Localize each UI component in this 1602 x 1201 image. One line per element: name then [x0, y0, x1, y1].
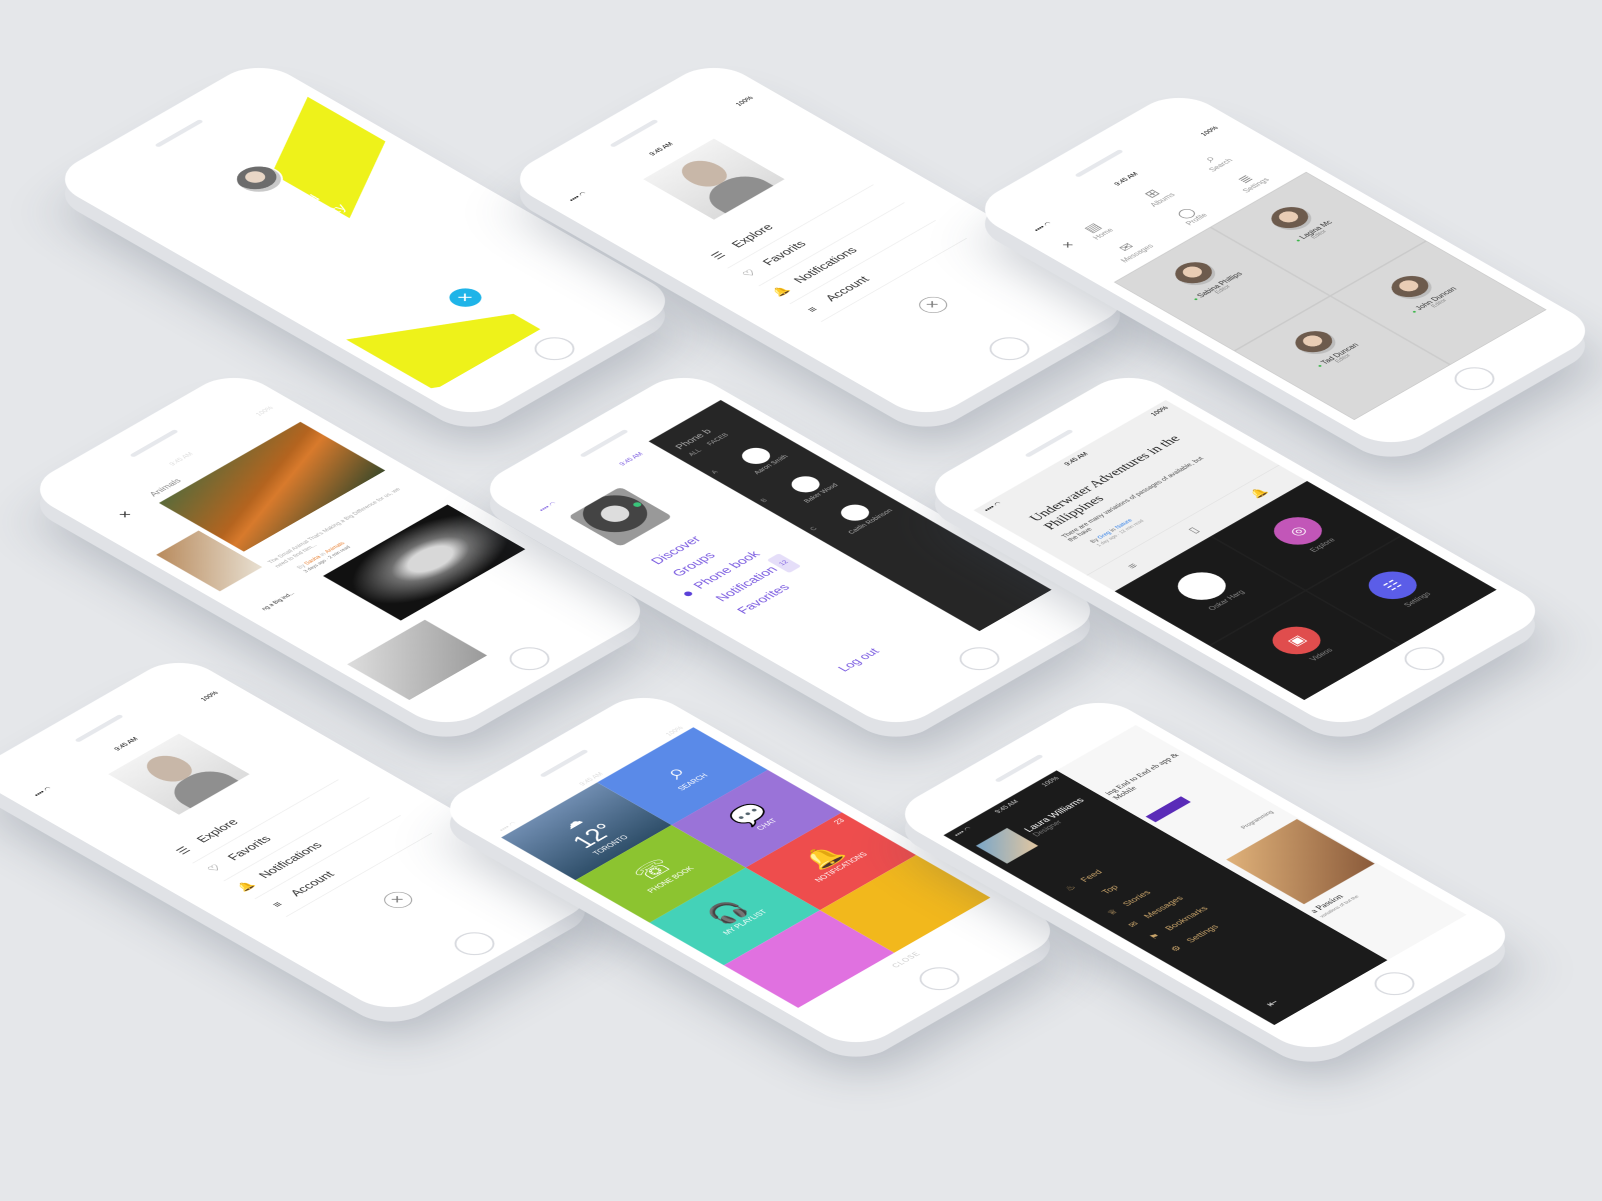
status-bar: •••• ◠ 9:45 AM 100%: [103, 90, 308, 208]
phone-phonebook-menu: •••• ◠ 9:45 AM 100% Discover Groups Phon…: [471, 367, 1109, 733]
home-button[interactable]: [911, 962, 968, 995]
bell-icon: 🔔: [233, 879, 258, 893]
close-icon[interactable]: ✕: [115, 509, 135, 521]
contact-item[interactable]: A Aaron Smith: [709, 434, 803, 483]
list-icon: ≡: [268, 899, 286, 910]
index-letter: B: [758, 497, 770, 504]
content-title: ing End to End eb app & Mobile: [1103, 751, 1182, 802]
bell-icon: 🔔: [768, 284, 793, 298]
tile-grid: ☁ 12° TORONTO ⌕ SEARCH ☏ PHONE BOOK 💬 CHAT 🎧 M…: [501, 727, 991, 1008]
phone-speaker: [609, 119, 659, 148]
news-icon: ☰: [173, 844, 194, 857]
contact-item[interactable]: C Caitlin Robinson: [808, 491, 902, 540]
home-button[interactable]: [951, 642, 1008, 675]
logout-icon[interactable]: ⇤: [1262, 997, 1282, 1009]
home-button[interactable]: [1446, 362, 1503, 395]
menu-icon[interactable]: ≡: [1123, 561, 1140, 571]
online-indicator: [631, 501, 643, 508]
article-snippet: ng a Big ind...: [260, 591, 297, 612]
phone-speaker: [1024, 429, 1074, 458]
home-button[interactable]: [501, 642, 558, 675]
avatar: [975, 827, 1039, 864]
index-letter: C: [808, 525, 819, 532]
phone-speaker: [74, 714, 124, 743]
list-icon: ≡: [803, 304, 821, 315]
side-menu: Discover Groups Phone book Notification1…: [644, 517, 822, 619]
heart-icon: ♡: [739, 267, 760, 280]
home-button[interactable]: [1396, 642, 1453, 675]
content-chip: [1145, 796, 1191, 823]
home-button[interactable]: [981, 332, 1038, 365]
gear-icon: ⚙: [1168, 944, 1185, 954]
close-button[interactable]: ✕: [913, 293, 953, 317]
book-icon[interactable]: ▯: [1185, 525, 1202, 535]
category-label: Programming: [1240, 810, 1276, 830]
notification-count: 23: [832, 817, 847, 826]
index-letter: A: [709, 469, 720, 475]
profile-photo[interactable]: [567, 486, 673, 547]
news-icon: ☰: [708, 249, 729, 262]
phone-speaker: [154, 119, 204, 148]
contact-item[interactable]: B Baker Wood: [759, 462, 852, 511]
close-button[interactable]: ✕: [442, 284, 489, 311]
phone-dark-sidebar: ing End to End eb app & Mobile Programmi…: [886, 692, 1524, 1058]
phone-speaker: [579, 429, 629, 458]
home-button[interactable]: [446, 927, 503, 960]
phone-news-feed: •••• ◠ 9:45 AM 100% ✕ ng a Big ind... An…: [21, 367, 659, 733]
phone-speaker: [994, 754, 1044, 783]
phone-article-menu: •••• ◠ 9:45 AM 100% Underwater Adventure…: [916, 367, 1554, 733]
phone-speaker: [1074, 149, 1124, 178]
phone-blue-menu: •••• ◠ 9:45 AM 100% Feed Activity Chat (…: [46, 57, 684, 423]
close-button[interactable]: ✕: [378, 888, 418, 912]
logout-link[interactable]: Log out: [835, 647, 882, 674]
menu-label: Settings: [1184, 923, 1222, 945]
home-button[interactable]: [1366, 967, 1423, 1000]
bell-icon[interactable]: 🔔: [1247, 486, 1271, 500]
user-profile[interactable]: Laura Williams Designer: [975, 792, 1101, 864]
phone-speaker: [129, 429, 179, 458]
home-button[interactable]: [526, 332, 583, 365]
side-menu: ♨Feed ♕Top Stories ✉Messages ⚑Bookmarks …: [1057, 866, 1222, 957]
phone-speaker: [539, 749, 589, 778]
heart-icon: ♡: [204, 862, 225, 875]
tab-all[interactable]: ALL: [687, 448, 703, 457]
mockup-stage: •••• ◠ 9:45 AM 100% Feed Activity Chat (…: [0, 0, 1602, 1201]
